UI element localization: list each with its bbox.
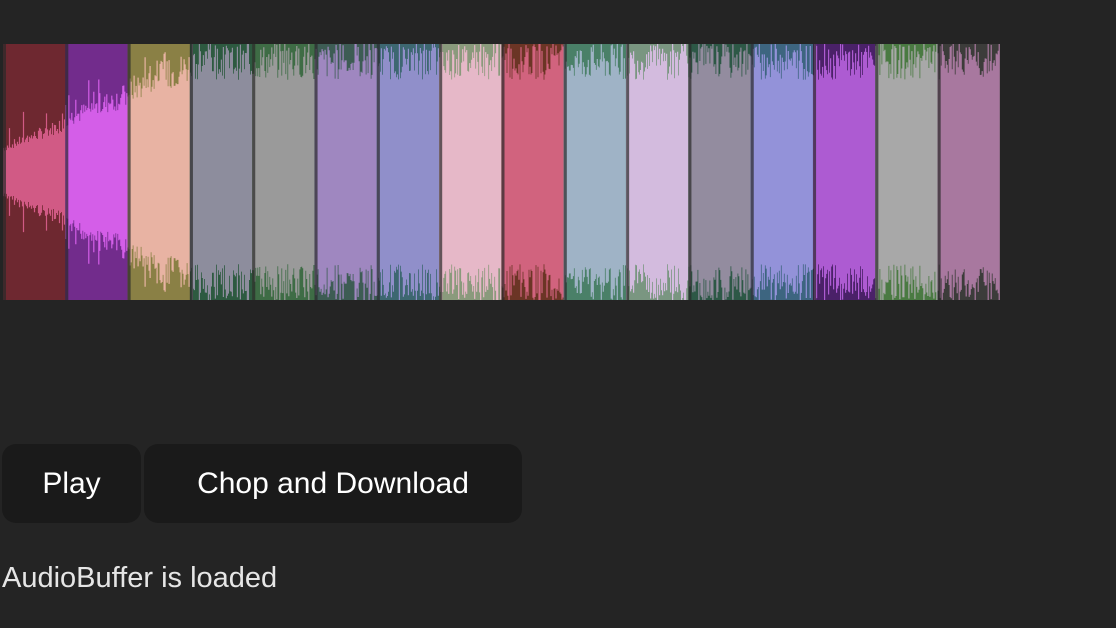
waveform-segment <box>65 44 128 300</box>
waveform-segment <box>439 44 502 300</box>
waveform-segment <box>937 44 1000 300</box>
controls-bar: Play Chop and Download <box>2 444 522 523</box>
waveform-segment <box>875 44 938 300</box>
waveform-segment <box>376 44 440 300</box>
waveform-segment <box>813 44 876 300</box>
waveform-segment <box>750 44 814 300</box>
waveform-segment <box>127 44 190 300</box>
chop-and-download-button[interactable]: Chop and Download <box>144 444 522 523</box>
waveform-segment <box>189 44 253 300</box>
play-button[interactable]: Play <box>2 444 141 523</box>
waveform-canvas[interactable] <box>3 44 1000 300</box>
status-message: AudioBuffer is loaded <box>2 562 278 594</box>
waveform-segment <box>626 44 689 300</box>
waveform-segment <box>314 44 377 300</box>
waveform-segment <box>688 44 751 300</box>
waveform-segment <box>563 44 627 300</box>
waveform-segment <box>501 44 564 300</box>
waveform-segment <box>3 44 66 300</box>
waveform-segment <box>252 44 315 300</box>
